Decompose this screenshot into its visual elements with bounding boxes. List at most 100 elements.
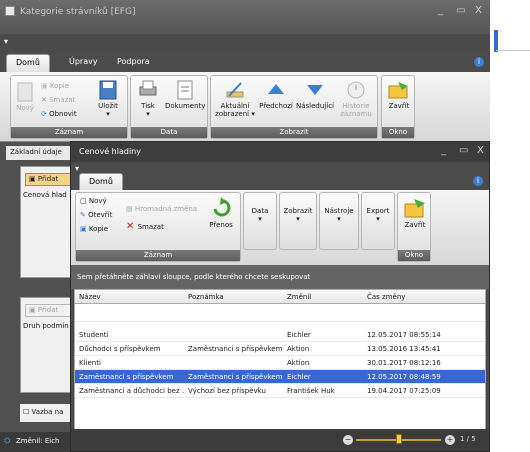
group-data: Tisk ▾ Dokumenty Data (130, 75, 208, 139)
history-button[interactable]: Historie záznamu (337, 80, 375, 118)
quick-access-menu-icon[interactable]: ▾ (4, 37, 8, 46)
title-bar: Cenové hladiny _ ▭ X (71, 142, 489, 162)
add-button-disabled[interactable]: ▣ Přidat (25, 304, 73, 317)
tab-upravy[interactable]: Úpravy (60, 54, 107, 72)
new-button[interactable]: Nový (14, 82, 36, 112)
table-row[interactable]: Zaměstnanci a důchodci bez ... Výchozí be… (75, 384, 485, 398)
close-button[interactable]: X (475, 5, 482, 16)
refresh-icon: ⟳ (41, 110, 50, 118)
group-label: Záznam (11, 127, 127, 138)
group-zaznam: ▢ Nový ✎ Otevřít ▣ Kopie ▤ Hromadná změn… (75, 192, 241, 262)
printer-icon (139, 80, 157, 96)
checkbox-icon: ☐ (23, 408, 32, 416)
bulk-icon: ▤ (126, 205, 135, 213)
zoom-out-icon[interactable]: − (343, 435, 353, 445)
vazba-checkbox[interactable]: ☐ Vazba na (20, 404, 72, 422)
delete-button[interactable]: ✕ Smazat (41, 96, 83, 104)
current-view-button[interactable]: Aktuální zobrazení ▾ (213, 80, 257, 118)
open-icon: ✎ (80, 211, 89, 219)
grid-header: Název Poznámka Změnil Čas změny (75, 290, 485, 304)
copy-button[interactable]: ▣ Kopie (41, 82, 77, 90)
maximize-button[interactable]: ▭ (459, 145, 468, 156)
zoom-slider-thumb[interactable] (396, 434, 402, 444)
refresh-button[interactable]: ⟳ Obnovit (41, 110, 89, 118)
divider (496, 50, 530, 51)
group-okno: Zavřít Okno (397, 192, 431, 262)
folder-exit-icon (404, 199, 425, 218)
copy-button[interactable]: ▣ Kopie (80, 225, 108, 233)
new-doc-icon (17, 82, 33, 102)
new-button[interactable]: ▢ Nový (80, 197, 107, 205)
group-label: Okno (398, 250, 430, 261)
maximize-button[interactable]: ▭ (456, 5, 465, 16)
save-icon (99, 80, 117, 100)
copy-icon: ▣ (80, 225, 89, 233)
document-icon (177, 80, 193, 100)
ribbon: ▢ Nový ✎ Otevřít ▣ Kopie ▤ Hromadná změn… (71, 190, 489, 265)
add-icon: ▣ (29, 175, 38, 183)
ribbon-tabs: Domů Úpravy Podpora i (0, 52, 490, 72)
minimize-button[interactable]: _ (441, 145, 446, 156)
app-icon (5, 6, 15, 16)
zoom-in-icon[interactable]: + (445, 435, 455, 445)
delete-button[interactable]: ✕ Smazat (126, 222, 164, 232)
close-window-button[interactable]: Zavřít (400, 197, 430, 229)
data-grid: Název Poznámka Změnil Čas změny Studenti… (74, 289, 486, 439)
field-label: Cenová hlad (23, 191, 67, 199)
help-icon[interactable]: i (474, 57, 484, 67)
add-button[interactable]: ▣ Přidat (25, 173, 73, 186)
documents-button[interactable]: Dokumenty (165, 80, 205, 110)
previous-button[interactable]: Předchozí (259, 80, 293, 110)
tab-podpora[interactable]: Podpora (108, 54, 159, 72)
panel-top: ▣ Přidat Cenová hlad (20, 166, 73, 278)
user-icon: ⛭ (4, 436, 11, 445)
close-button[interactable]: X (477, 145, 484, 156)
column-nazev[interactable]: Název (79, 290, 101, 304)
tab-domu[interactable]: Domů (6, 54, 50, 72)
ribbon: Nový ▣ Kopie ✕ Smazat ⟳ Obnovit Uložit ▾ … (0, 72, 490, 142)
table-row[interactable]: Důchodci s příspěvkem Zaměstnanci s přísp… (75, 342, 485, 356)
transfer-button[interactable]: Přenos (204, 197, 238, 229)
group-label: Záznam (76, 250, 240, 261)
panel-bottom: ▣ Přidat Druh podmín (20, 297, 73, 393)
arrow-up-icon (268, 84, 284, 94)
nastroje-dropdown[interactable]: Nástroje ▾ (319, 192, 359, 250)
bulk-change-button[interactable]: ▤ Hromadná změna (126, 205, 197, 213)
print-button[interactable]: Tisk ▾ (135, 80, 161, 118)
column-cas-zmeny[interactable]: Čas změny (367, 290, 405, 304)
cenove-hladiny-window: Cenové hladiny _ ▭ X ▾ Domů i ▢ Nový ✎ O… (70, 141, 490, 452)
group-label: Data (131, 127, 207, 138)
export-dropdown[interactable]: Export ▾ (361, 192, 395, 250)
column-poznamka[interactable]: Poznámka (188, 290, 224, 304)
next-button[interactable]: Následující (295, 80, 335, 110)
group-zaznam: Nový ▣ Kopie ✕ Smazat ⟳ Obnovit Uložit ▾ … (10, 75, 128, 139)
filter-row[interactable] (75, 304, 485, 322)
column-zmenil[interactable]: Změnil (287, 290, 311, 304)
folder-exit-icon (388, 82, 408, 99)
page-indicator: 1 / 5 (460, 435, 476, 443)
ruler-icon (226, 82, 244, 98)
table-row[interactable]: Klienti Aktion 30.01.2017 08:12:16 (75, 356, 485, 370)
minimize-button[interactable]: _ (438, 5, 443, 16)
window-title: Kategorie strávníků [EFG] (20, 7, 136, 17)
help-icon[interactable]: i (473, 176, 483, 186)
quick-access-menu-icon[interactable]: ▾ (75, 164, 79, 173)
table-row-selected[interactable]: Zaměstnanci s příspěvkem Zaměstnanci s př… (75, 370, 485, 384)
clock-icon (347, 81, 365, 99)
open-button[interactable]: ✎ Otevřít (80, 211, 112, 219)
close-window-button[interactable]: Zavřít (384, 80, 414, 110)
data-dropdown[interactable]: Data ▾ (243, 192, 277, 250)
zobrazit-dropdown[interactable]: Zobrazit ▾ (279, 192, 317, 250)
group-by-bar[interactable]: Sem přetáhněte záhlaví sloupce, podle kt… (71, 265, 489, 289)
add-icon: ▣ (29, 306, 38, 314)
group-zobrazit: Aktuální zobrazení ▾ Předchozí Následují… (210, 75, 378, 139)
group-label: Okno (382, 127, 414, 138)
table-row[interactable]: Studenti Eichler 12.05.2017 08:55:14 (75, 328, 485, 342)
save-button[interactable]: Uložit ▾ (93, 80, 123, 118)
transfer-arrow-icon (213, 197, 231, 217)
new-icon: ▢ (80, 197, 89, 205)
tab-domu[interactable]: Domů (79, 173, 123, 191)
selection-marker (494, 30, 498, 52)
status-text: Změnil: Eich (16, 437, 60, 445)
tab-basic-info[interactable]: Základní údaje (6, 146, 72, 160)
